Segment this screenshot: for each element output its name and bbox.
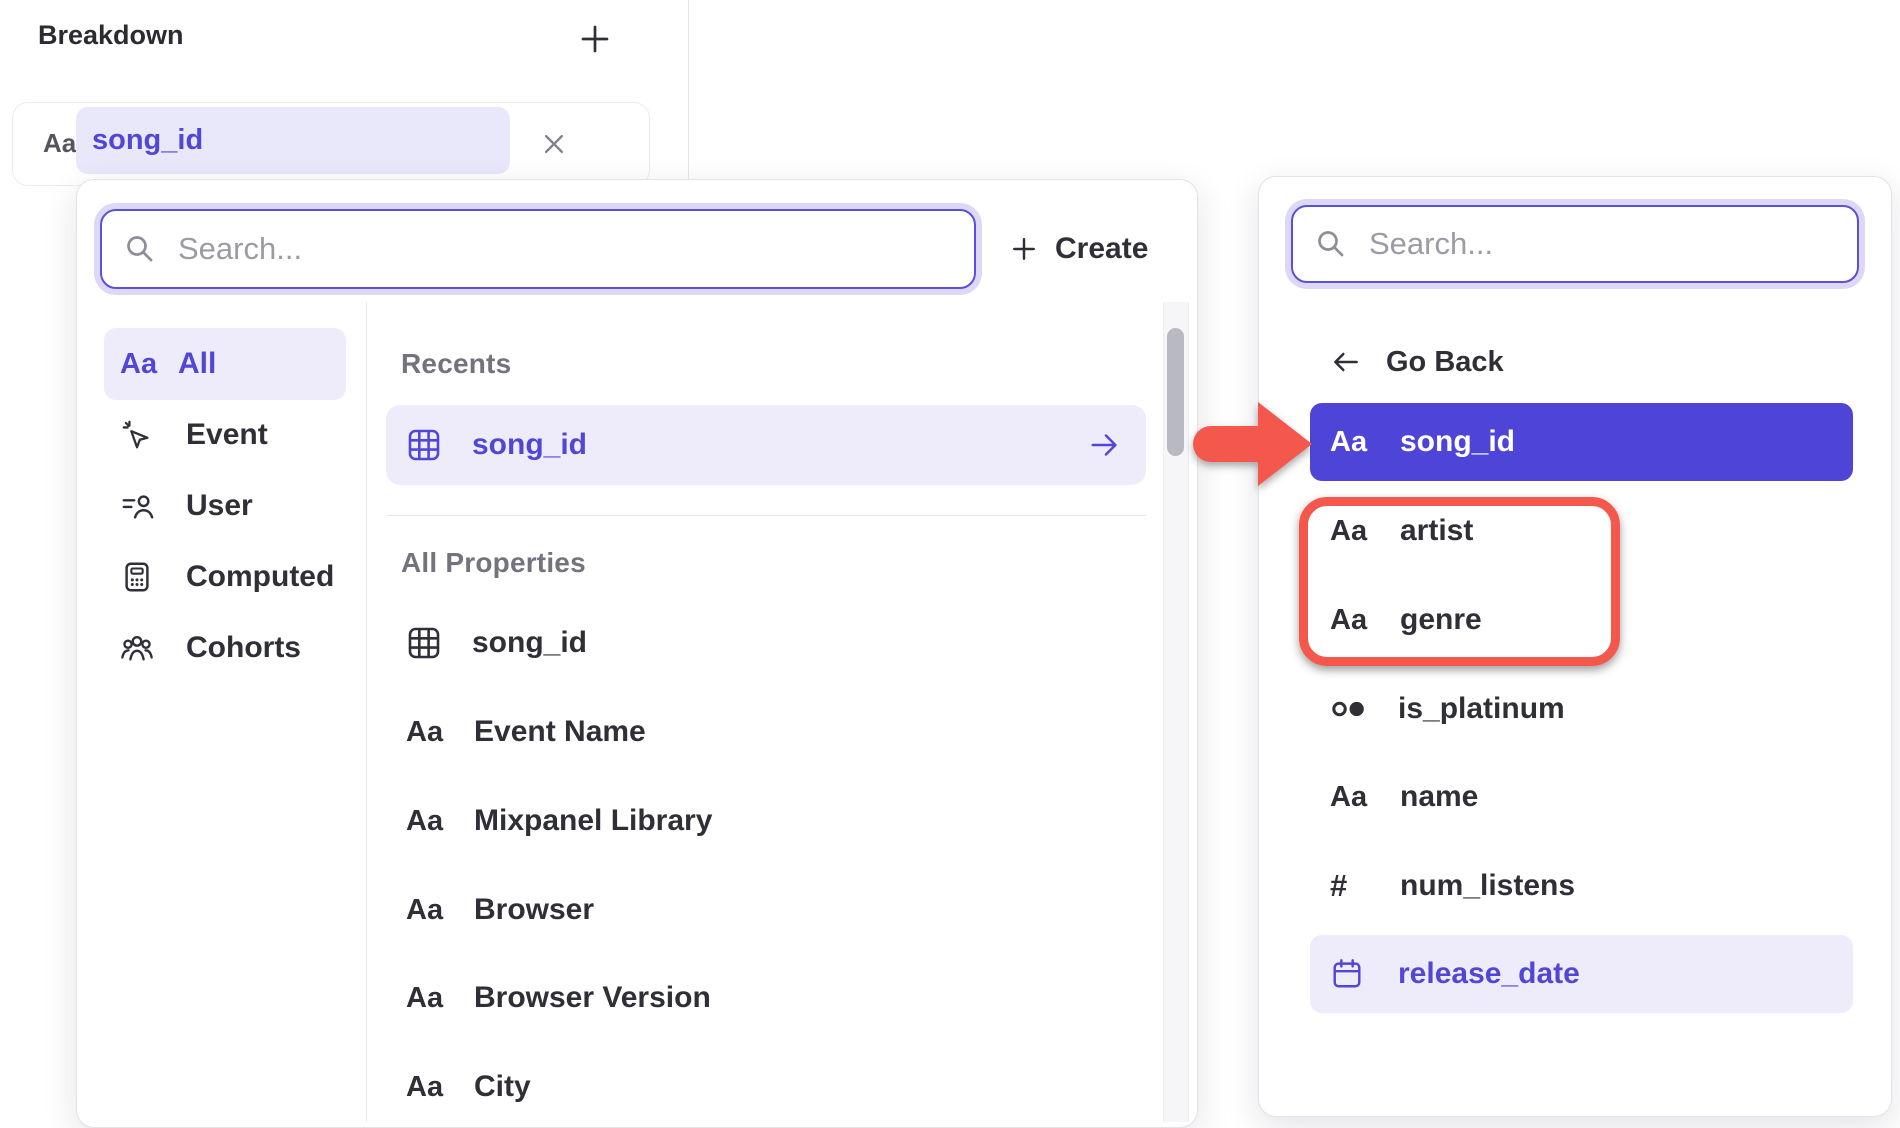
category-label: User — [186, 489, 253, 523]
breakdown-chip: Aa song_id — [12, 102, 650, 186]
category-computed[interactable]: Computed — [104, 541, 346, 613]
value-label: num_listens — [1400, 869, 1575, 903]
value-label: song_id — [1400, 425, 1515, 459]
property-row-browser[interactable]: Aa Browser — [386, 870, 1146, 950]
search-icon — [1315, 228, 1347, 260]
text-type-icon: Aa — [1330, 515, 1376, 548]
text-type-icon: Aa — [1330, 781, 1376, 814]
all-properties-heading: All Properties — [401, 547, 586, 579]
value-row-genre[interactable]: Aa genre — [1310, 581, 1853, 659]
list-divider — [386, 515, 1146, 516]
right-search — [1291, 205, 1859, 283]
value-label: genre — [1400, 603, 1482, 637]
calculator-icon — [120, 560, 164, 594]
text-type-icon: Aa — [406, 805, 452, 838]
value-row-song-id[interactable]: Aa song_id — [1310, 403, 1853, 481]
breakdown-title: Breakdown — [38, 20, 184, 51]
value-row-artist[interactable]: Aa artist — [1310, 492, 1853, 570]
property-picker-panel: Create Aa All Event User Computed — [76, 179, 1198, 1128]
value-label: is_platinum — [1398, 692, 1565, 726]
value-row-is-platinum[interactable]: is_platinum — [1310, 670, 1853, 748]
property-type-icon: Aa — [43, 128, 76, 159]
category-event[interactable]: Event — [104, 399, 346, 471]
go-back-label: Go Back — [1386, 346, 1504, 379]
property-row-mixpanel-library[interactable]: Aa Mixpanel Library — [386, 781, 1146, 861]
number-type-icon: # — [1330, 868, 1376, 904]
plus-icon — [1009, 234, 1039, 264]
panel-edge-divider — [688, 0, 689, 182]
category-all[interactable]: Aa All — [104, 328, 346, 400]
recent-item-label: song_id — [472, 428, 587, 462]
value-row-release-date[interactable]: release_date — [1310, 935, 1853, 1013]
property-row-song-id[interactable]: song_id — [386, 603, 1146, 683]
go-back-button[interactable]: Go Back — [1310, 327, 1504, 397]
category-label: All — [178, 347, 216, 381]
property-label: Browser Version — [474, 981, 711, 1015]
arrow-left-icon — [1330, 346, 1362, 378]
value-label: release_date — [1398, 957, 1580, 991]
remove-breakdown-button[interactable] — [527, 117, 581, 171]
close-icon — [540, 130, 568, 158]
category-label: Event — [186, 418, 268, 452]
value-label: artist — [1400, 514, 1473, 548]
scrollbar-thumb[interactable] — [1167, 328, 1184, 456]
text-type-icon: Aa — [406, 1071, 452, 1104]
event-cursor-icon — [120, 418, 164, 452]
add-breakdown-button[interactable] — [570, 14, 620, 64]
category-cohorts[interactable]: Cohorts — [104, 612, 346, 684]
property-label: Browser — [474, 893, 594, 927]
property-values-panel: Go Back Aa song_id Aa artist Aa genre is… — [1258, 176, 1892, 1117]
property-row-browser-version[interactable]: Aa Browser Version — [386, 958, 1146, 1038]
value-row-name[interactable]: Aa name — [1310, 758, 1853, 836]
text-type-icon: Aa — [120, 348, 156, 381]
value-label: name — [1400, 780, 1478, 814]
text-type-icon: Aa — [406, 982, 452, 1015]
search-input[interactable] — [176, 230, 952, 268]
screen: Breakdown Aa song_id — [0, 0, 1900, 1128]
search-input[interactable] — [1367, 225, 1835, 263]
property-label: Event Name — [474, 715, 646, 749]
sidebar-divider — [366, 302, 367, 1122]
search-icon — [124, 233, 156, 265]
breakdown-chip-value[interactable]: song_id — [76, 107, 510, 174]
property-label: City — [474, 1070, 531, 1104]
category-label: Computed — [186, 560, 334, 594]
table-grid-icon — [406, 427, 450, 463]
user-icon — [120, 489, 164, 523]
value-row-num-listens[interactable]: # num_listens — [1310, 847, 1853, 925]
property-row-city[interactable]: Aa City — [386, 1047, 1146, 1127]
create-button[interactable]: Create — [1009, 215, 1148, 283]
text-type-icon: Aa — [1330, 604, 1376, 637]
property-row-event-name[interactable]: Aa Event Name — [386, 692, 1146, 772]
category-label: Cohorts — [186, 631, 301, 665]
table-grid-icon — [406, 625, 450, 661]
recents-heading: Recents — [401, 348, 511, 380]
property-label: song_id — [472, 626, 587, 660]
calendar-icon — [1330, 957, 1374, 991]
drill-in-arrow-icon[interactable] — [1088, 428, 1146, 462]
property-label: Mixpanel Library — [474, 804, 712, 838]
left-search — [100, 209, 976, 289]
text-type-icon: Aa — [406, 716, 452, 749]
text-type-icon: Aa — [406, 894, 452, 927]
boolean-type-icon — [1330, 695, 1374, 723]
chip-value-label: song_id — [92, 124, 203, 157]
recent-item-song-id[interactable]: song_id — [386, 405, 1146, 485]
create-label: Create — [1055, 232, 1148, 266]
cohorts-icon — [120, 631, 164, 665]
plus-icon — [578, 22, 612, 56]
chip-menu-button[interactable] — [597, 117, 637, 171]
text-type-icon: Aa — [1330, 426, 1376, 459]
category-user[interactable]: User — [104, 470, 346, 542]
